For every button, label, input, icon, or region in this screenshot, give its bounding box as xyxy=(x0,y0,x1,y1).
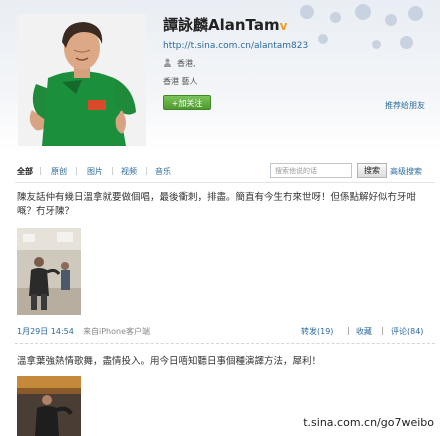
watermark-text: t.sina.com.cn/go7weibo xyxy=(303,416,434,429)
advanced-search-link[interactable]: 高级搜索 xyxy=(390,166,422,177)
post-source: 来自iPhone客户端 xyxy=(83,327,151,336)
banner-decoration xyxy=(355,4,371,20)
tab-separator: | xyxy=(39,166,42,175)
location-text: 香港, xyxy=(177,59,196,68)
post-text: 陳友話仲有幾日溫拿就要做個唱，最後衝刺，排盡。簡直有今生冇來世呀！但係點解好似冇… xyxy=(17,192,417,217)
verified-icon: v xyxy=(279,19,288,33)
meta-separator: | xyxy=(347,326,350,335)
person-icon xyxy=(163,58,172,67)
banner-decoration xyxy=(400,36,413,49)
profile-url[interactable]: http://t.sina.com.cn/alantam823 xyxy=(163,41,308,51)
post-image[interactable] xyxy=(17,228,81,315)
recommend-link[interactable]: 推荐给朋友 xyxy=(385,100,425,111)
tab-all[interactable]: 全部 xyxy=(17,166,33,177)
tab-videos[interactable]: 视频 xyxy=(121,166,137,177)
tab-music[interactable]: 音乐 xyxy=(155,166,171,177)
profile-name: 譚詠麟AlanTamv xyxy=(163,14,287,35)
banner-decoration xyxy=(300,5,314,19)
divider xyxy=(15,182,435,183)
tab-separator: | xyxy=(145,166,148,175)
post-text: 溫拿葉強熱情歌舞，盡情投入。用今日唔知聽日事個種演譯方法，犀利！ xyxy=(17,356,322,367)
banner-decoration xyxy=(330,12,341,23)
profile-tags: 香港 藝人 xyxy=(163,77,198,86)
tab-original[interactable]: 原创 xyxy=(51,166,67,177)
repost-link[interactable]: 转发(19) xyxy=(301,326,333,337)
post-divider xyxy=(15,343,435,344)
post-image[interactable] xyxy=(17,376,81,436)
avatar-image xyxy=(18,14,146,146)
profile-location: 香港, xyxy=(163,58,196,69)
post-time[interactable]: 1月29日 14:54 xyxy=(17,326,74,337)
search-button[interactable]: 搜索 xyxy=(357,163,387,178)
banner-decoration xyxy=(408,6,423,21)
banner-decoration xyxy=(372,40,381,49)
post-photo xyxy=(17,376,81,436)
meta-separator: | xyxy=(381,326,384,335)
banner-decoration xyxy=(385,14,397,26)
post-photo xyxy=(17,228,81,315)
tab-images[interactable]: 图片 xyxy=(87,166,103,177)
profile-name-text: 譚詠麟AlanTam xyxy=(163,16,280,34)
profile-avatar[interactable] xyxy=(18,14,146,146)
follow-button[interactable]: +加关注 xyxy=(163,95,211,110)
banner-decoration xyxy=(318,34,328,44)
tab-separator: | xyxy=(111,166,114,175)
search-input[interactable]: 搜索他说的话 xyxy=(270,163,352,178)
favorite-link[interactable]: 收藏 xyxy=(356,326,372,337)
comment-link[interactable]: 评论(84) xyxy=(391,326,423,337)
tab-separator: | xyxy=(75,166,78,175)
